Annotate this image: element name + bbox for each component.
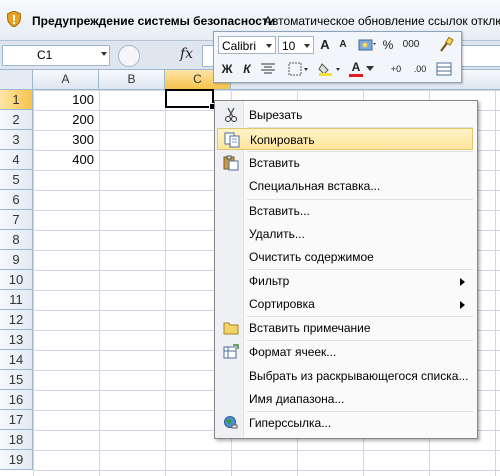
- percent-style-button[interactable]: %: [380, 36, 396, 54]
- row-header-18[interactable]: 18: [0, 430, 33, 450]
- submenu-arrow-icon: [460, 301, 465, 309]
- row-header-2[interactable]: 2: [0, 110, 33, 130]
- font-name-field[interactable]: Calibri: [218, 36, 276, 54]
- row-header-4[interactable]: 4: [0, 150, 33, 170]
- menu-item-label: Вставить примечание: [249, 321, 371, 335]
- column-header-b[interactable]: B: [99, 70, 165, 90]
- row-header-8[interactable]: 8: [0, 230, 33, 250]
- menu-item-label: Вставить: [249, 156, 300, 170]
- italic-button[interactable]: К: [240, 60, 254, 78]
- chevron-down-icon: [304, 44, 310, 48]
- menu-item-label: Сортировка: [249, 297, 315, 311]
- shrink-font-button[interactable]: A: [336, 36, 350, 54]
- menu-item-hyperlink[interactable]: Гиперссылка...: [217, 412, 473, 434]
- row-header-14[interactable]: 14: [0, 350, 33, 370]
- row-header-10[interactable]: 10: [0, 270, 33, 290]
- context-menu: Вырезать Копировать Вставить Специальная…: [214, 100, 478, 439]
- column-header-a[interactable]: A: [33, 70, 99, 90]
- row-header-15[interactable]: 15: [0, 370, 33, 390]
- security-warning-title: Предупреждение системы безопасности: [32, 14, 276, 28]
- cell-a3[interactable]: 300: [32, 132, 94, 147]
- menu-item-label: Копировать: [250, 133, 315, 147]
- menu-item-insert-comment[interactable]: Вставить примечание: [217, 317, 473, 339]
- cell-a4[interactable]: 400: [32, 152, 94, 167]
- font-color-swatch: [349, 74, 363, 77]
- thousands-separator-button[interactable]: 000: [400, 36, 422, 54]
- chevron-down-icon[interactable]: [101, 52, 107, 56]
- insert-function-icon[interactable]: fx: [180, 46, 193, 62]
- borders-icon[interactable]: [288, 62, 310, 76]
- menu-item-cut[interactable]: Вырезать: [217, 104, 473, 126]
- name-box[interactable]: C1: [2, 45, 110, 66]
- shield-icon: [7, 11, 21, 27]
- scissors-icon: [225, 107, 237, 122]
- chevron-down-icon: [266, 44, 272, 48]
- menu-item-name-range[interactable]: Имя диапазона...: [217, 388, 473, 410]
- active-cell-c1[interactable]: [165, 89, 216, 110]
- menu-item-label: Выбрать из раскрывающегося списка...: [249, 369, 469, 383]
- menu-item-label: Вырезать: [249, 108, 303, 122]
- row-header-12[interactable]: 12: [0, 310, 33, 330]
- menu-item-label: Имя диапазона...: [249, 392, 345, 406]
- menu-item-copy[interactable]: Копировать: [217, 128, 473, 150]
- submenu-arrow-icon: [460, 278, 465, 286]
- row-header-5[interactable]: 5: [0, 170, 33, 190]
- font-size-field[interactable]: 10: [278, 36, 314, 54]
- cell-a2[interactable]: 200: [32, 112, 94, 127]
- font-name-value: Calibri: [222, 39, 257, 53]
- menu-item-label: Формат ячеек...: [249, 345, 337, 359]
- mini-toolbar: Calibri 10 A A % 000 Ж К A +0 .00: [213, 31, 462, 83]
- menu-item-paste-special[interactable]: Специальная вставка...: [217, 175, 473, 197]
- menu-item-label: Удалить...: [249, 227, 305, 241]
- paste-icon: [223, 155, 239, 171]
- row-header-19[interactable]: 19: [0, 450, 33, 470]
- row-header-1[interactable]: 1: [0, 90, 33, 110]
- menu-item-label: Вставить...: [249, 204, 310, 218]
- copy-icon: [224, 132, 240, 148]
- row-header-13[interactable]: 13: [0, 330, 33, 350]
- increase-decimal-button[interactable]: +0: [386, 60, 406, 78]
- menu-item-insert[interactable]: Вставить...: [217, 200, 473, 222]
- grow-font-button[interactable]: A: [317, 36, 333, 54]
- hyperlink-icon: [224, 416, 238, 429]
- bold-button[interactable]: Ж: [220, 60, 234, 78]
- menu-item-label: Гиперссылка...: [249, 416, 332, 430]
- menu-item-clear-contents[interactable]: Очистить содержимое: [217, 246, 473, 268]
- row-header-3[interactable]: 3: [0, 130, 33, 150]
- menu-item-label: Очистить содержимое: [249, 250, 374, 264]
- menu-item-filter[interactable]: Фильтр: [217, 270, 473, 292]
- name-box-value: C1: [37, 48, 53, 62]
- formula-bar-handle[interactable]: [118, 45, 140, 67]
- font-size-value: 10: [282, 39, 296, 53]
- menu-item-label: Фильтр: [249, 274, 290, 288]
- decrease-decimal-button[interactable]: .00: [410, 60, 430, 78]
- row-header-11[interactable]: 11: [0, 290, 33, 310]
- merge-cells-icon[interactable]: [436, 62, 452, 76]
- format-painter-icon[interactable]: [438, 37, 454, 53]
- row-header-9[interactable]: 9: [0, 250, 33, 270]
- chevron-down-icon[interactable]: [366, 66, 374, 72]
- cell-a1[interactable]: 100: [32, 92, 94, 107]
- menu-item-delete[interactable]: Удалить...: [217, 223, 473, 245]
- menu-item-paste[interactable]: Вставить: [217, 152, 473, 174]
- accounting-format-icon[interactable]: [358, 38, 376, 52]
- center-align-icon[interactable]: [260, 62, 276, 76]
- menu-item-pick-from-list[interactable]: Выбрать из раскрывающегося списка...: [217, 365, 473, 387]
- row-header-16[interactable]: 16: [0, 390, 33, 410]
- security-warning-message: Автоматическое обновление ссылок отключе: [264, 14, 500, 28]
- menu-item-sort[interactable]: Сортировка: [217, 293, 473, 315]
- comment-icon: [223, 322, 239, 335]
- select-all-corner[interactable]: [0, 70, 33, 90]
- row-header-7[interactable]: 7: [0, 210, 33, 230]
- format-cells-icon: [223, 344, 239, 359]
- row-header-17[interactable]: 17: [0, 410, 33, 430]
- menu-item-format-cells[interactable]: Формат ячеек...: [217, 341, 473, 363]
- menu-item-label: Специальная вставка...: [249, 179, 381, 193]
- row-header-6[interactable]: 6: [0, 190, 33, 210]
- fill-color-icon[interactable]: [318, 62, 342, 76]
